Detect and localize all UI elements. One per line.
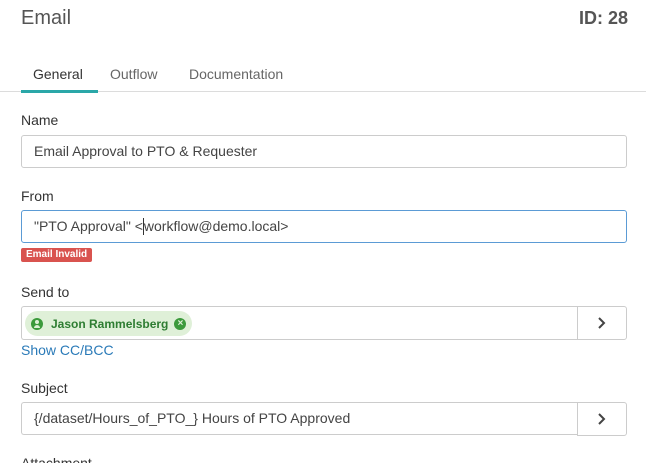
chevron-right-icon: [598, 413, 606, 425]
close-circle-icon[interactable]: ×: [174, 317, 187, 330]
panel-title: Email: [21, 7, 72, 29]
subject-input[interactable]: {/dataset/Hours_of_PTO_} Hours of PTO Ap…: [21, 402, 578, 435]
attachment-label: Attachment: [21, 455, 92, 463]
chevron-right-icon: [598, 317, 606, 329]
name-label: Name: [21, 112, 59, 128]
recipient-name: Jason Rammelsberg: [51, 316, 169, 331]
tab-outflow[interactable]: Outflow: [110, 66, 157, 90]
panel-header: Email ID: 28: [0, 0, 646, 44]
from-value-before-caret: "PTO Approval" <: [34, 218, 143, 234]
email-invalid-badge: Email Invalid: [21, 248, 93, 262]
from-value-after-caret: workflow@demo.local>: [143, 218, 289, 234]
from-input[interactable]: "PTO Approval" <workflow@demo.local>: [21, 210, 627, 243]
show-cc-bcc-link[interactable]: Show CC/BCC: [21, 342, 114, 358]
send-to-picker-button[interactable]: [577, 306, 627, 340]
subject-label: Subject: [21, 380, 68, 396]
send-to-label: Send to: [21, 284, 70, 300]
recipient-chip[interactable]: Jason Rammelsberg ×: [25, 311, 193, 336]
item-id: ID: 28: [578, 8, 628, 28]
name-input[interactable]: Email Approval to PTO & Requester: [21, 135, 627, 168]
send-to-field[interactable]: Jason Rammelsberg ×: [21, 306, 578, 340]
tab-general[interactable]: General: [21, 66, 98, 93]
from-label: From: [21, 188, 54, 204]
subject-picker-button[interactable]: [577, 402, 627, 436]
tab-bar: General Outflow Documentation: [0, 58, 646, 93]
user-circle-icon: [31, 317, 43, 330]
tab-documentation[interactable]: Documentation: [189, 66, 283, 90]
